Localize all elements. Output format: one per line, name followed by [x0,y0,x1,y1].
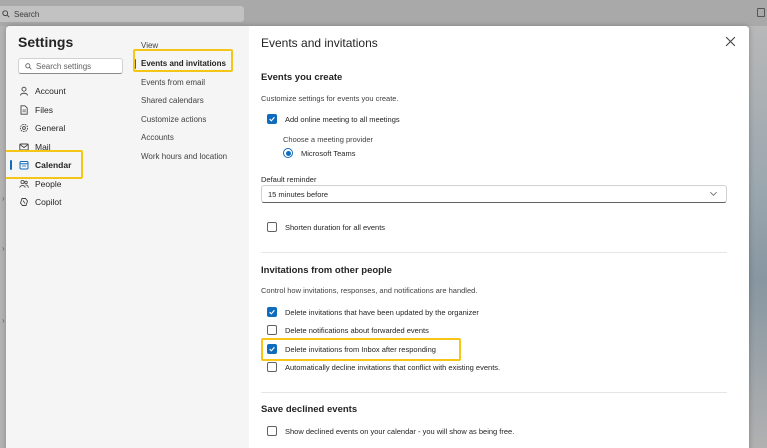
checkmark-icon [269,346,275,352]
checkbox-label: Add online meeting to all meetings [285,114,400,124]
checkmark-icon [269,116,275,122]
checkbox-label: Automatically decline invitations that c… [285,362,501,372]
category-label: Files [35,104,53,115]
section-title-invitations: Invitations from other people [261,265,392,276]
section-title-save-declined: Save declined events [261,404,358,415]
chevron-right-icon: › [2,244,5,253]
subcategory-events-from-email[interactable]: Events from email [131,73,249,92]
auto-decline-conflicts-checkbox[interactable] [267,362,277,372]
category-label: Copilot [35,197,62,208]
category-copilot[interactable]: Copilot [6,193,131,212]
checkbox-label: Shorten duration for all events [285,222,386,232]
calendar-subcategory-pane: View Events and invitations Events from … [131,26,249,448]
chevron-right-icon: › [2,316,5,325]
close-icon [725,36,735,46]
section-description: Customize settings for events you create… [261,94,399,103]
background-search-label: Search [14,9,40,19]
gear-icon [19,124,29,133]
invitation-option-row[interactable]: Delete notifications about forwarded eve… [267,325,429,335]
calendar-subcategory-list: View Events and invitations Events from … [131,36,249,166]
settings-scroll-area[interactable]: Events you create Customize settings for… [261,62,731,448]
category-label: Mail [35,141,51,152]
subcategory-work-hours-and-location[interactable]: Work hours and location [131,147,249,166]
radio-selected-dot [285,150,291,156]
delete-forwarded-notifications-checkbox[interactable] [267,325,277,335]
copilot-icon [19,198,29,207]
subcategory-customize-actions[interactable]: Customize actions [131,110,249,129]
file-icon [20,105,28,115]
settings-title: Settings [18,34,74,50]
close-button[interactable] [723,34,737,48]
category-files[interactable]: Files [6,101,131,120]
settings-dialog: Settings Search settings Account Files G… [6,26,749,448]
category-label: Account [35,86,66,97]
microsoft-teams-radio-row[interactable]: Microsoft Teams [283,148,355,158]
pane-title: Events and invitations [261,36,378,50]
subcategory-events-and-invitations[interactable]: Events and invitations [131,55,249,74]
add-online-meeting-checkbox[interactable] [267,114,277,124]
settings-category-list: Account Files General Mail Calendar Peop… [6,82,131,212]
calendar-icon [19,161,29,170]
show-declined-events-checkbox[interactable] [267,426,277,436]
section-description: Control how invitations, responses, and … [261,286,478,295]
window-icon[interactable] [757,8,765,17]
checkbox-label: Show declined events on your calendar - … [285,426,515,436]
search-settings-input[interactable]: Search settings [18,58,123,74]
default-reminder-label: Default reminder [261,175,317,184]
category-mail[interactable]: Mail [6,138,131,157]
microsoft-teams-radio[interactable] [283,148,293,158]
chevron-down-icon [710,191,717,196]
show-declined-events-row[interactable]: Show declined events on your calendar - … [267,426,514,436]
section-divider [261,252,727,253]
section-title-events-you-create: Events you create [261,72,343,83]
radio-label: Microsoft Teams [301,148,356,158]
shorten-duration-row[interactable]: Shorten duration for all events [267,222,385,232]
meeting-provider-label: Choose a meeting provider [283,135,374,144]
person-icon [20,87,28,96]
section-divider [261,392,727,393]
background-search-bar[interactable]: Search [0,6,244,22]
search-icon [2,10,10,18]
category-general[interactable]: General [6,119,131,138]
subcategory-view[interactable]: View [131,36,249,55]
delete-invitations-after-responding-checkbox[interactable] [267,344,277,354]
people-icon [19,179,29,188]
subcategory-shared-calendars[interactable]: Shared calendars [131,92,249,111]
shorten-duration-checkbox[interactable] [267,222,277,232]
mail-icon [19,143,29,151]
settings-detail-pane: Events and invitations Events you create… [249,26,749,448]
search-settings-placeholder: Search settings [36,61,92,71]
category-account[interactable]: Account [6,82,131,101]
category-people[interactable]: People [6,175,131,194]
background-right-panel [749,26,767,448]
default-reminder-dropdown[interactable]: 15 minutes before [261,185,727,203]
chevron-right-icon: › [2,194,5,203]
category-label: General [35,123,66,134]
category-label: People [35,178,62,189]
background-top-bar: Search [0,0,767,26]
checkbox-label: Delete invitations from Inbox after resp… [285,344,436,354]
settings-categories-pane: Settings Search settings Account Files G… [6,26,131,448]
category-calendar[interactable]: Calendar [6,156,131,175]
checkbox-label: Delete invitations that have been update… [285,307,479,317]
checkbox-label: Delete notifications about forwarded eve… [285,325,429,335]
checkmark-icon [269,309,275,315]
subcategory-accounts[interactable]: Accounts [131,129,249,148]
invitation-option-row[interactable]: Delete invitations from Inbox after resp… [267,344,436,354]
invitation-option-row[interactable]: Automatically decline invitations that c… [267,362,500,372]
search-icon [25,62,32,70]
dropdown-value: 15 minutes before [268,189,329,199]
invitation-option-row[interactable]: Delete invitations that have been update… [267,307,479,317]
delete-updated-invitations-checkbox[interactable] [267,307,277,317]
add-online-meeting-row[interactable]: Add online meeting to all meetings [267,114,400,124]
category-label: Calendar [35,160,72,171]
